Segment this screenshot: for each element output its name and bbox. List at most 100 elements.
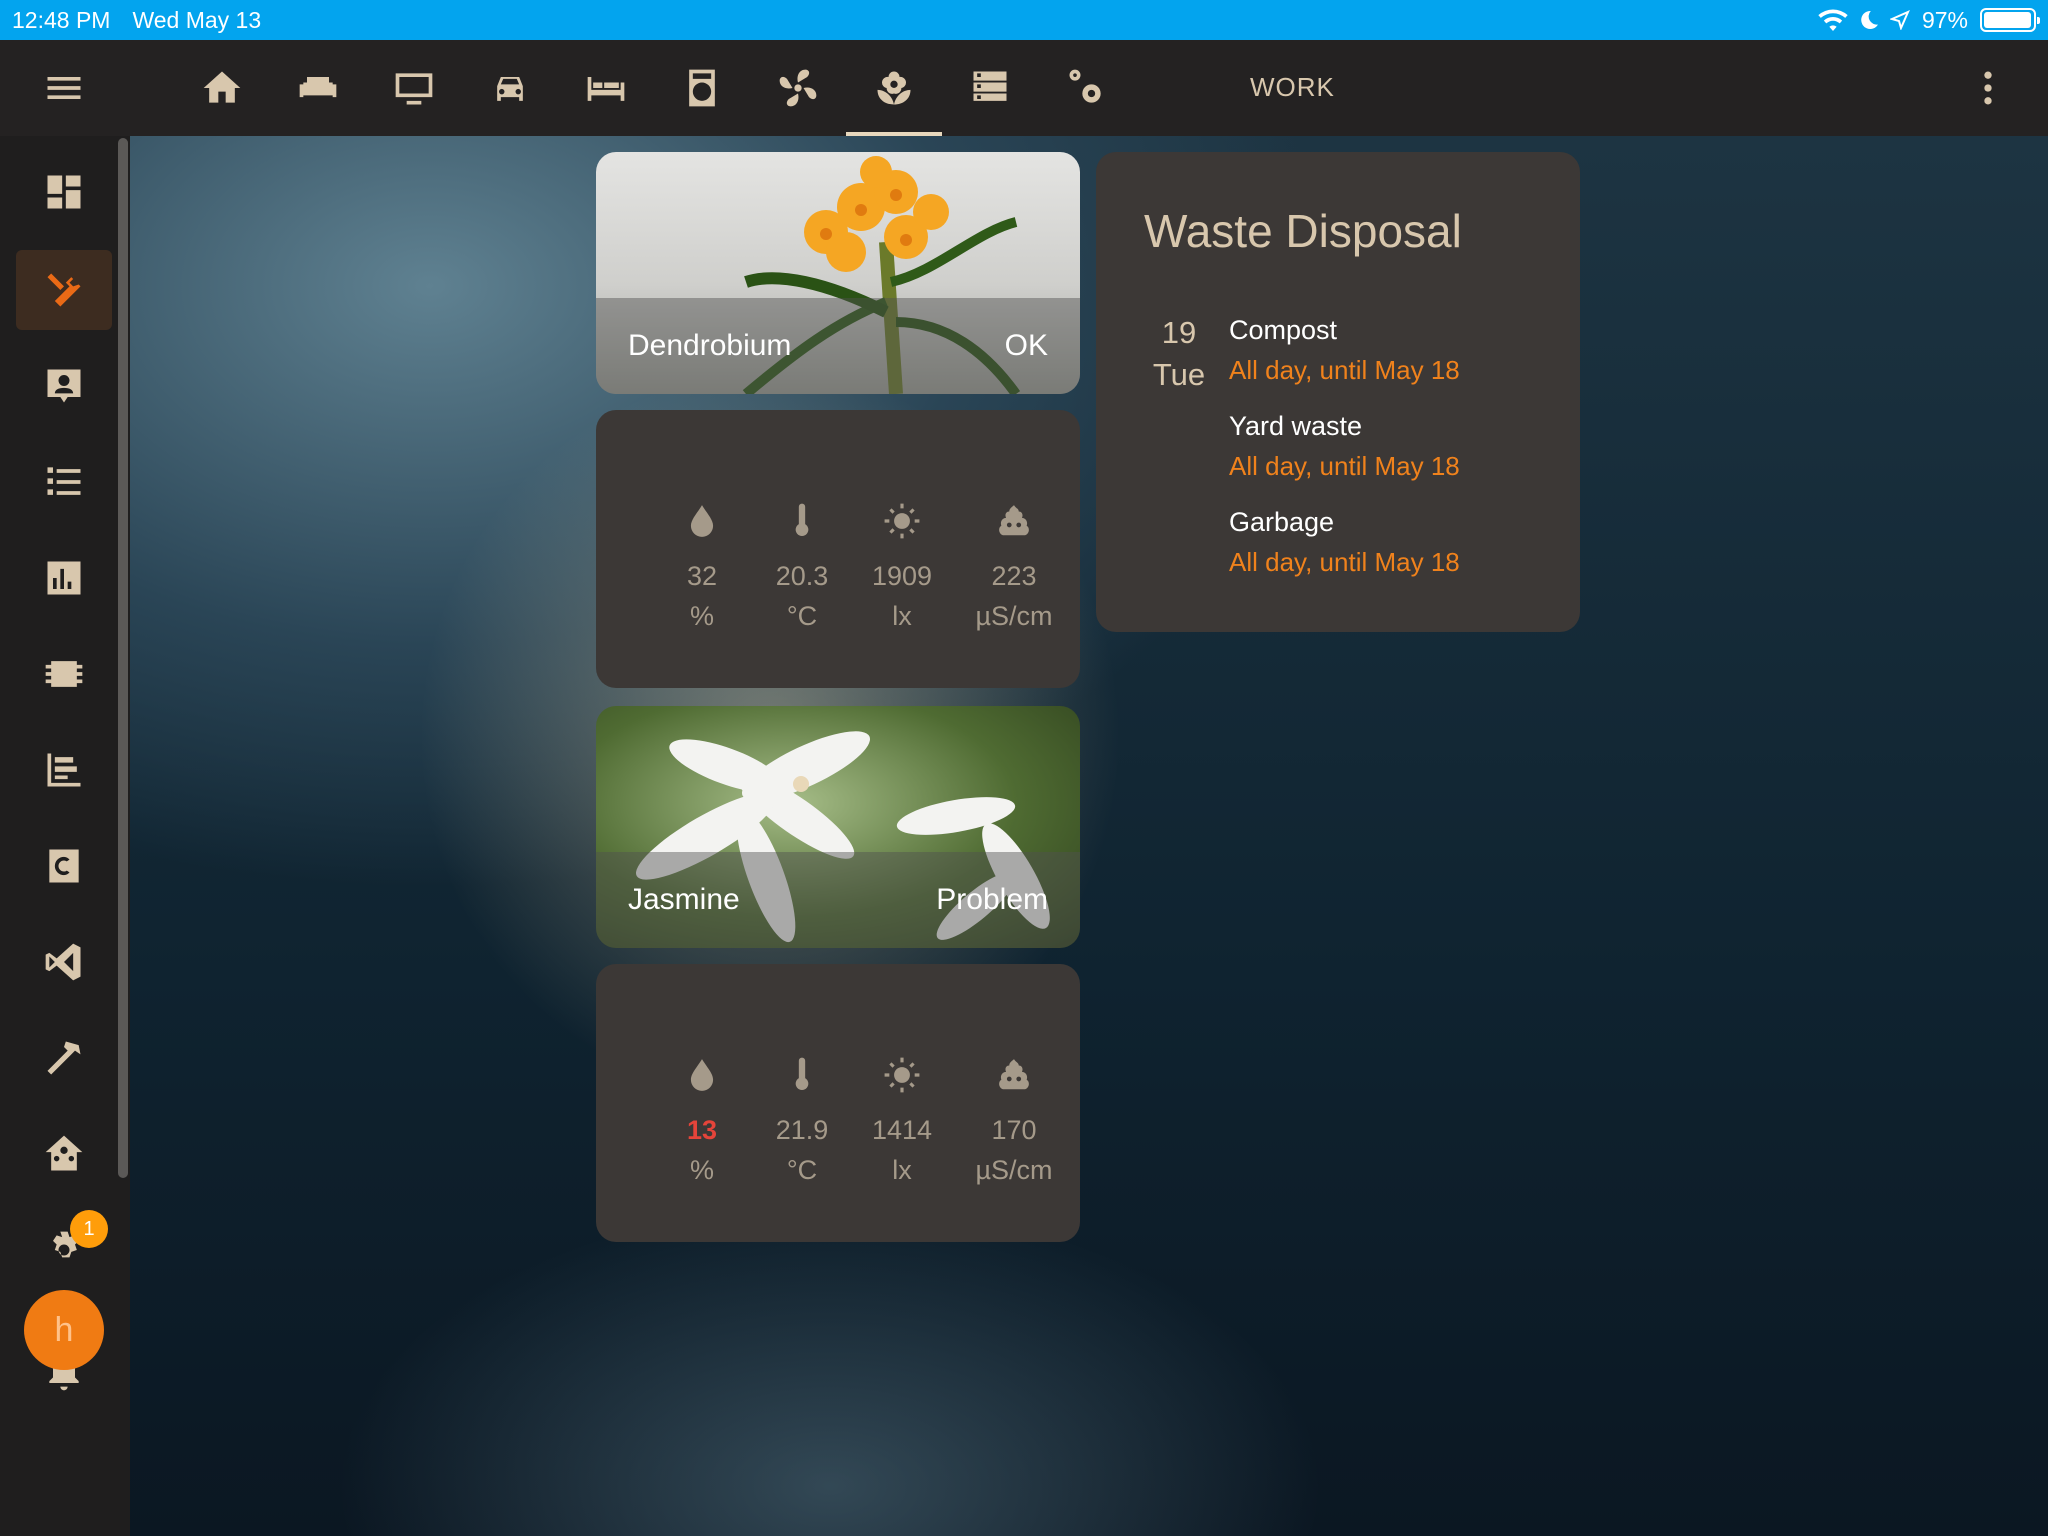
calendar-event[interactable]: Yard waste All day, until May 18	[1229, 406, 1460, 486]
server-icon	[973, 71, 1007, 101]
plant-header-dendrobium: Dendrobium OK	[596, 298, 1080, 394]
waste-disposal-card: Waste Disposal 19 Tue Compost All day, u…	[1096, 152, 1580, 632]
plant-image-jasmine[interactable]: Jasmine Problem	[596, 706, 1080, 948]
menu-icon[interactable]	[40, 64, 88, 112]
sidebar-item-developer-tools[interactable]	[16, 250, 112, 330]
tab-work[interactable]: WORK	[1250, 72, 1335, 103]
tab-cogs[interactable]	[1062, 64, 1110, 112]
dashboard-icon	[47, 175, 81, 209]
washing-machine-icon	[689, 69, 715, 107]
sidebar-item-history[interactable]	[16, 538, 112, 618]
conductivity-value: 170	[991, 1115, 1037, 1145]
event-time: All day, until May 18	[1229, 355, 1460, 385]
sidebar-scrollbar[interactable]	[118, 138, 128, 1178]
plant-sensors-jasmine: 13 % 21.9 °C 1414 lx 170 µS/cm	[596, 964, 1080, 1242]
sidebar-item-overview[interactable]	[16, 152, 112, 232]
plant-image-dendrobium[interactable]: Dendrobium OK	[596, 152, 1080, 394]
sidebar-item-home-assistant[interactable]	[16, 1114, 112, 1194]
tab-fan[interactable]	[774, 64, 822, 112]
fan-icon	[779, 69, 817, 107]
illuminance-unit: lx	[892, 601, 912, 631]
flower-icon	[877, 71, 911, 105]
temperature-unit: °C	[786, 601, 818, 631]
sidebar-item-logbook[interactable]	[16, 442, 112, 522]
car-icon	[497, 77, 523, 101]
temperature-value: 20.3	[775, 561, 829, 591]
moisture-unit: %	[689, 1155, 714, 1185]
sofa-icon	[299, 77, 337, 98]
overflow-menu-icon[interactable]	[1964, 64, 2012, 112]
sidebar-item-c[interactable]	[16, 826, 112, 906]
sidebar-item-profile[interactable]	[16, 346, 112, 426]
temperature-sensor[interactable]: 20.3 °C	[752, 496, 852, 636]
calendar-event[interactable]: Compost All day, until May 18	[1229, 310, 1460, 390]
tab-monitor[interactable]	[390, 64, 438, 112]
sidebar-item-hardware[interactable]	[16, 634, 112, 714]
timeline-icon	[47, 753, 81, 787]
tab-home[interactable]	[198, 64, 246, 112]
sidebar-item-vscode[interactable]	[16, 922, 112, 1002]
event-name: Yard waste	[1229, 411, 1363, 441]
tab-flower[interactable]	[870, 64, 918, 112]
event-date: 19 Tue	[1144, 312, 1214, 396]
plant-name: Dendrobium	[628, 329, 792, 362]
illuminance-value: 1414	[871, 1115, 933, 1145]
tab-car[interactable]	[486, 64, 534, 112]
sun-icon	[884, 503, 920, 539]
moisture-unit: %	[689, 601, 714, 631]
tab-sofa[interactable]	[294, 64, 342, 112]
cogs-icon	[1069, 69, 1101, 103]
event-weekday: Tue	[1152, 357, 1206, 392]
tab-washing-machine[interactable]	[678, 64, 726, 112]
poop-icon	[999, 1059, 1029, 1090]
moisture-value: 32	[686, 561, 718, 591]
plant-status: OK	[1004, 329, 1048, 362]
status-date: Wed May 13	[132, 6, 262, 33]
plant-status: Problem	[936, 883, 1048, 916]
illuminance-sensor[interactable]: 1414 lx	[852, 1050, 952, 1190]
temperature-sensor[interactable]: 21.9 °C	[752, 1050, 852, 1190]
battery-percent: 97%	[1921, 6, 1968, 33]
moisture-value: 13	[686, 1115, 718, 1145]
moisture-sensor[interactable]: 32 %	[652, 496, 752, 636]
avatar[interactable]: h	[24, 1290, 104, 1370]
thermometer-icon	[795, 1057, 809, 1090]
home-assistant-icon	[45, 1135, 83, 1171]
main-background	[130, 136, 2048, 1536]
water-drop-icon	[690, 505, 714, 537]
poop-icon	[999, 505, 1029, 536]
conductivity-unit: µS/cm	[975, 1155, 1053, 1185]
chip-icon	[45, 661, 83, 687]
moon-icon	[1861, 10, 1878, 29]
battery-icon	[1980, 8, 2040, 32]
illuminance-sensor[interactable]: 1909 lx	[852, 496, 952, 636]
sidebar-item-tools[interactable]	[16, 1018, 112, 1098]
tools-icon	[47, 273, 81, 307]
water-drop-icon	[690, 1059, 714, 1091]
plant-header-jasmine: Jasmine Problem	[596, 852, 1080, 948]
location-icon	[1889, 10, 1910, 30]
c-icon	[49, 849, 79, 883]
tab-bed[interactable]	[582, 64, 630, 112]
status-right: 97%	[1818, 6, 2040, 34]
conductivity-unit: µS/cm	[975, 601, 1053, 631]
battery-level	[1984, 12, 2031, 28]
event-time: All day, until May 18	[1229, 451, 1460, 481]
status-bar: 12:48 PM Wed May 13 97%	[0, 0, 2048, 40]
sidebar-item-timeline[interactable]	[16, 730, 112, 810]
calendar-event[interactable]: Garbage All day, until May 18	[1229, 502, 1460, 582]
card-title: Waste Disposal	[1144, 205, 1462, 257]
list-icon	[47, 467, 81, 495]
illuminance-value: 1909	[871, 561, 933, 591]
temperature-value: 21.9	[775, 1115, 829, 1145]
monitor-icon	[395, 73, 433, 105]
account-box-icon	[47, 369, 81, 403]
wifi-icon	[1818, 9, 1848, 31]
conductivity-sensor[interactable]: 223 µS/cm	[952, 496, 1076, 636]
event-day: 19	[1161, 315, 1197, 350]
tab-server[interactable]	[966, 64, 1014, 112]
bed-icon	[587, 77, 625, 101]
moisture-sensor[interactable]: 13 %	[652, 1050, 752, 1190]
conductivity-sensor[interactable]: 170 µS/cm	[952, 1050, 1076, 1190]
event-name: Compost	[1229, 315, 1338, 345]
